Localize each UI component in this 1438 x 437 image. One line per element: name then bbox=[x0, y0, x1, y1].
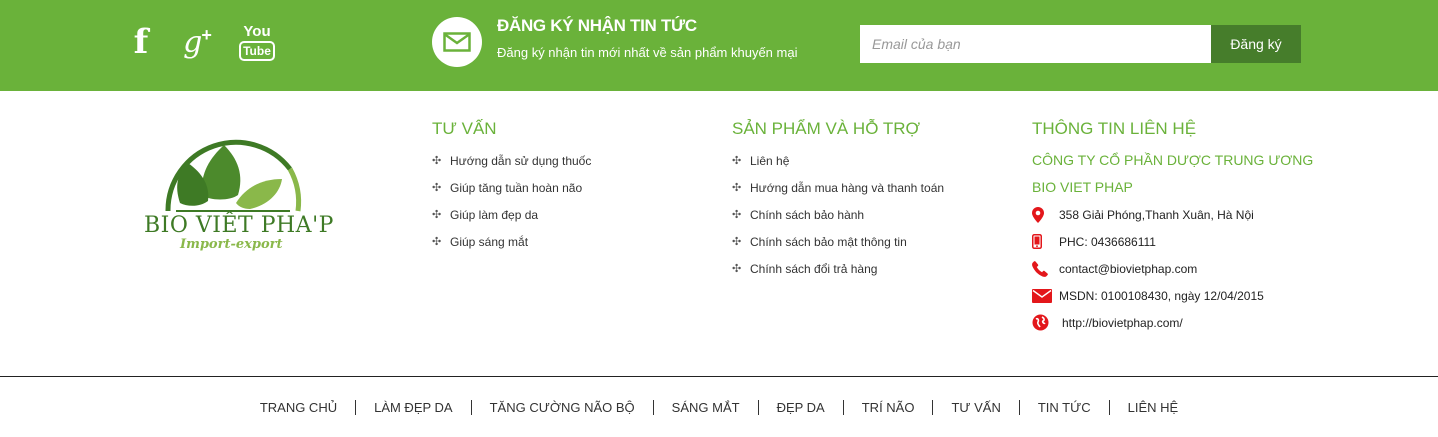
company-name-line-2: BIO VIET PHAP bbox=[1032, 179, 1133, 195]
support-link[interactable]: ✣ Chính sách bảo hành bbox=[732, 201, 944, 228]
nav-link-lam-dep-da[interactable]: LÀM ĐẸP DA bbox=[355, 400, 471, 415]
mobile-phone-icon bbox=[1032, 234, 1059, 249]
footer-nav: TRANG CHỦ LÀM ĐẸP DA TĂNG CƯỜNG NÃO BỘ S… bbox=[0, 400, 1438, 415]
contact-column: THÔNG TIN LIÊN HỆ CÔNG TY CỔ PHẦN DƯỢC T… bbox=[1032, 119, 1313, 336]
move-icon: ✣ bbox=[432, 236, 442, 248]
products-support-column: SẢN PHẨM VÀ HỖ TRỢ ✣ Liên hệ ✣ Hướng dẫn m… bbox=[732, 119, 944, 282]
address-row: 358 Giải Phóng,Thanh Xuân, Hà Nội bbox=[1032, 201, 1313, 228]
phone-icon bbox=[1032, 260, 1059, 277]
move-icon: ✣ bbox=[732, 209, 742, 221]
move-icon: ✣ bbox=[432, 182, 442, 194]
logo-name: BIO VIÊT PHA'P bbox=[144, 213, 334, 238]
license-row: MSDN: 0100108430, ngày 12/04/2015 bbox=[1032, 282, 1313, 309]
support-link[interactable]: ✣ Chính sách bảo mật thông tin bbox=[732, 228, 944, 255]
nav-link-trang-chu[interactable]: TRANG CHỦ bbox=[242, 400, 355, 415]
support-link[interactable]: ✣ Liên hệ bbox=[732, 147, 944, 174]
envelope-icon bbox=[432, 17, 482, 67]
consult-column: TƯ VẤN ✣ Hướng dẫn sử dụng thuốc ✣ Giúp tă… bbox=[432, 119, 591, 255]
move-icon: ✣ bbox=[732, 155, 742, 167]
nav-link-tang-cuong-nao-bo[interactable]: TĂNG CƯỜNG NÃO BỘ bbox=[470, 400, 653, 415]
nav-link-tri-nao[interactable]: TRÍ NÃO bbox=[842, 400, 933, 415]
phone-row: PHC: 0436686111 bbox=[1032, 228, 1313, 255]
email-input[interactable] bbox=[860, 25, 1212, 63]
footer-divider bbox=[0, 376, 1438, 377]
map-marker-icon bbox=[1032, 206, 1059, 223]
logo-tagline: Import-export bbox=[180, 237, 283, 252]
consult-link[interactable]: ✣ Giúp sáng mắt bbox=[432, 228, 591, 255]
website-link[interactable]: http://biovietphap.com/ bbox=[1062, 316, 1183, 330]
subscribe-button[interactable]: Đăng ký bbox=[1211, 25, 1301, 63]
bio-viet-phap-logo[interactable]: BIO VIÊT PHA'P Import-export bbox=[140, 133, 333, 258]
license-text: MSDN: 0100108430, ngày 12/04/2015 bbox=[1059, 288, 1264, 303]
email-row: contact@biovietphap.com bbox=[1032, 255, 1313, 282]
move-icon: ✣ bbox=[432, 155, 442, 167]
nav-link-tu-van[interactable]: TƯ VẤN bbox=[932, 400, 1018, 415]
nav-link-sang-mat[interactable]: SÁNG MẮT bbox=[652, 400, 758, 415]
consult-link[interactable]: ✣ Giúp làm đẹp da bbox=[432, 201, 591, 228]
move-icon: ✣ bbox=[732, 236, 742, 248]
logo-leaf-emblem bbox=[165, 139, 302, 212]
move-icon: ✣ bbox=[732, 182, 742, 194]
newsletter-title: ĐĂNG KÝ NHẬN TIN TỨC bbox=[497, 16, 697, 35]
nav-link-dep-da[interactable]: ĐẸP DA bbox=[757, 400, 843, 415]
google-plus-icon[interactable]: g+ bbox=[178, 22, 216, 62]
email-text[interactable]: contact@biovietphap.com bbox=[1059, 262, 1197, 276]
envelope-icon bbox=[1032, 288, 1059, 303]
company-name-line-1: CÔNG TY CỔ PHẦN DƯỢC TRUNG ƯƠNG bbox=[1032, 152, 1314, 168]
newsletter-description: Đăng ký nhận tin mới nhất về sản phẩm kh… bbox=[497, 45, 798, 60]
move-icon: ✣ bbox=[732, 263, 742, 275]
move-icon: ✣ bbox=[432, 209, 442, 221]
newsletter-bar: f g+ You Tube ĐĂNG KÝ NHẬN TIN TỨC Đăng … bbox=[0, 0, 1438, 91]
phone-text[interactable]: PHC: 0436686111 bbox=[1059, 235, 1156, 249]
consult-link[interactable]: ✣ Hướng dẫn sử dụng thuốc bbox=[432, 147, 591, 174]
youtube-icon[interactable]: You Tube bbox=[239, 22, 275, 62]
nav-link-tin-tuc[interactable]: TIN TỨC bbox=[1018, 400, 1109, 415]
support-link[interactable]: ✣ Chính sách đổi trả hàng bbox=[732, 255, 944, 282]
facebook-icon[interactable]: f bbox=[128, 22, 154, 62]
consult-title: TƯ VẤN bbox=[432, 119, 497, 138]
globe-icon bbox=[1032, 314, 1059, 331]
consult-link[interactable]: ✣ Giúp tăng tuần hoàn não bbox=[432, 174, 591, 201]
website-row: http://biovietphap.com/ bbox=[1032, 309, 1313, 336]
products-support-title: SẢN PHẨM VÀ HỖ TRỢ bbox=[732, 119, 921, 138]
support-link[interactable]: ✣ Hướng dẫn mua hàng và thanh toán bbox=[732, 174, 944, 201]
nav-link-lien-he[interactable]: LIÊN HỆ bbox=[1108, 400, 1197, 415]
address-text: 358 Giải Phóng,Thanh Xuân, Hà Nội bbox=[1059, 207, 1254, 222]
contact-title: THÔNG TIN LIÊN HỆ bbox=[1032, 119, 1197, 138]
